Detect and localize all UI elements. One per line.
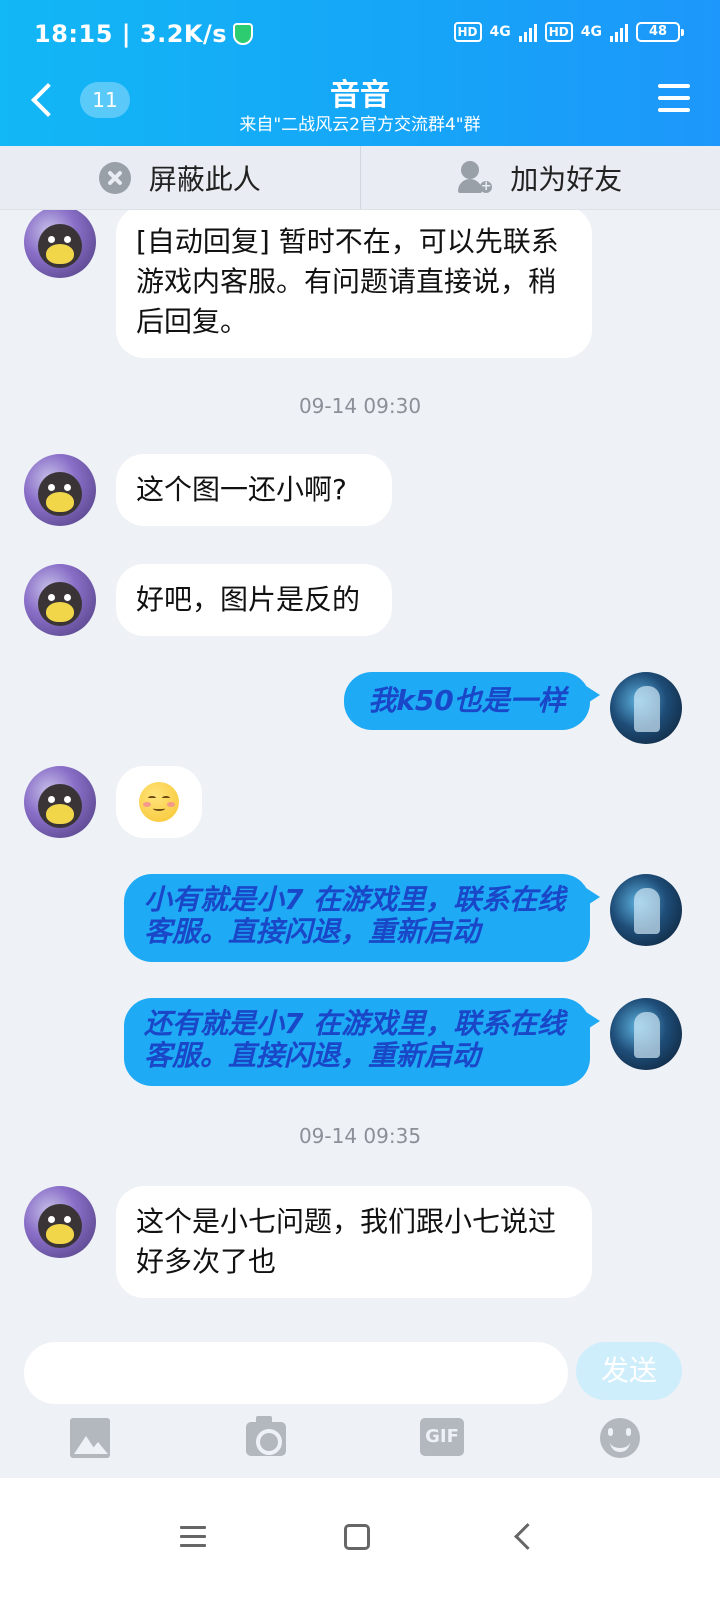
image-icon[interactable] [70,1418,110,1458]
emoji-icon[interactable] [600,1418,640,1458]
menu-button[interactable] [658,84,690,114]
status-time: 18:15 | 3.2K/s [34,20,254,48]
network-type: 4G [489,24,511,40]
message-bubble[interactable]: [自动回复] 暂时不在，可以先联系游戏内客服。有问题请直接说，稍后回复。 [116,210,592,358]
chat-title: 音音 [330,78,390,113]
block-user-label: 屏蔽此人 [148,162,261,196]
signal-icon [518,22,537,42]
action-bar: 屏蔽此人 + 加为好友 [0,146,720,210]
composer-tools: GIF [0,1416,720,1468]
home-icon[interactable] [344,1524,370,1550]
my-message-bubble[interactable]: 我k50也是一样 [344,672,600,730]
composer-bar: 发送 GIF [0,1330,720,1478]
message-bubble[interactable]: 好吧，图片是反的 [116,564,392,636]
recents-icon[interactable] [180,1526,206,1548]
my-avatar[interactable] [610,998,682,1070]
chat-area[interactable]: [自动回复] 暂时不在，可以先联系游戏内客服。有问题请直接说，稍后回复。 09-… [0,210,720,1330]
my-avatar[interactable] [610,672,682,744]
contact-avatar[interactable] [24,766,96,838]
my-message-bubble[interactable]: 小有就是小7 在游戏里，联系在线客服。直接闪退，重新启动 [124,874,600,962]
signal-icon-2 [610,22,628,42]
message-bubble[interactable] [116,766,202,838]
back-icon[interactable] [512,1524,536,1548]
add-friend-button[interactable]: + 加为好友 [359,146,720,209]
timestamp: 09-14 09:30 [298,394,422,418]
shield-icon [233,23,254,45]
status-time-text: 18:15 | 3.2K/s [34,20,228,48]
system-nav-bar [0,1478,720,1600]
send-button[interactable]: 发送 [576,1342,682,1400]
contact-avatar[interactable] [24,210,96,278]
message-bubble[interactable]: 这个是小七问题，我们跟小七说过好多次了也 [116,1186,592,1298]
blush-emoji-icon [139,782,179,822]
contact-avatar[interactable] [24,1186,96,1258]
contact-avatar[interactable] [24,564,96,636]
battery-icon: 48 [636,22,684,42]
gif-icon[interactable]: GIF [420,1418,464,1456]
hd-icon: HD [453,22,482,42]
message-bubble[interactable]: 这个图一还小啊? [116,454,392,526]
block-icon [98,161,131,194]
my-avatar[interactable] [610,874,682,946]
network-type-2: 4G [580,24,602,40]
camera-icon[interactable] [246,1416,286,1456]
timestamp: 09-14 09:35 [298,1124,422,1148]
chat-subtitle: 来自"二战风云2官方交流群4"群 [239,115,481,135]
block-user-button[interactable]: 屏蔽此人 [0,146,360,209]
message-input[interactable] [24,1342,568,1404]
my-message-bubble[interactable]: 还有就是小7 在游戏里，联系在线客服。直接闪退，重新启动 [124,998,600,1086]
app-header: 18:15 | 3.2K/s HD 4G HD 4G 48 11 音音 来自"二… [0,0,720,146]
status-indicators: HD 4G HD 4G 48 [453,22,684,42]
add-friend-label: 加为好友 [510,162,623,196]
add-friend-icon: + [458,160,495,195]
contact-avatar[interactable] [24,454,96,526]
hd-icon-2: HD [544,22,573,42]
